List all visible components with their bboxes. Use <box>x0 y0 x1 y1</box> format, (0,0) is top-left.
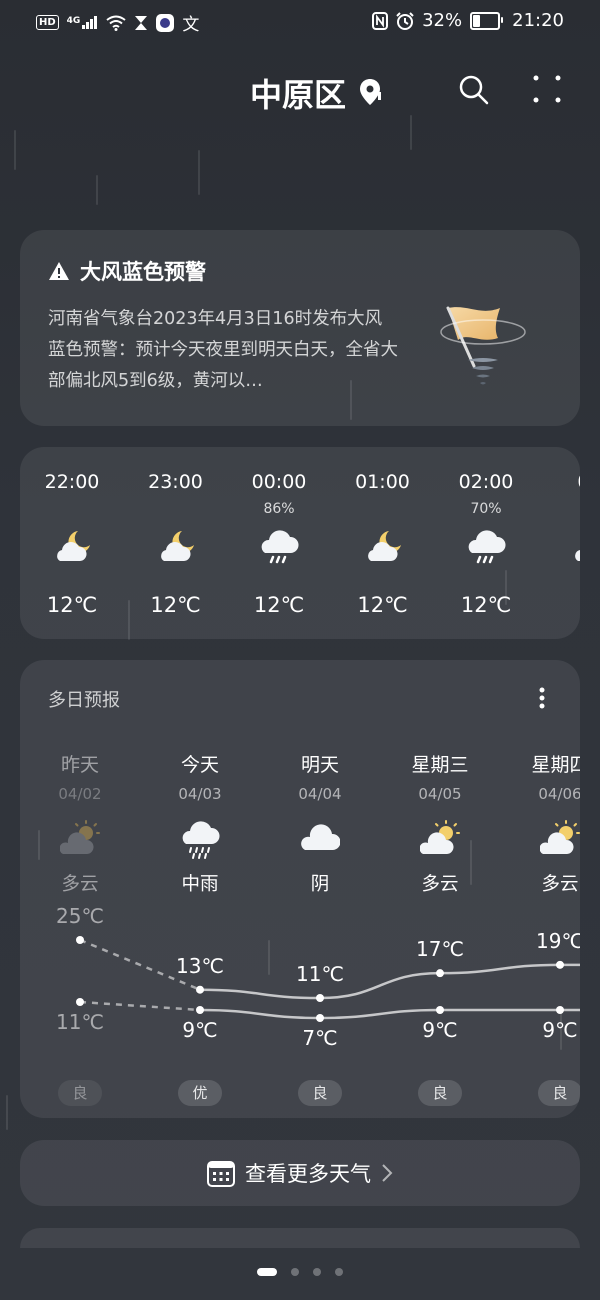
page-dot[interactable] <box>335 1268 343 1276</box>
low-temp-label: 9℃ <box>542 1018 578 1042</box>
alert-title: 大风蓝色预警 <box>80 260 206 284</box>
high-temp-line <box>199 963 580 1000</box>
alarm-icon <box>396 11 414 30</box>
high-temp-point <box>196 985 204 994</box>
moon-cloud-icon <box>363 527 403 571</box>
low-temp-line <box>199 1008 580 1020</box>
signal-icon: 4G <box>67 16 99 29</box>
high-temp-point <box>436 969 444 978</box>
alert-body: 河南省气象台2023年4月3日16时发布大风蓝色预警：预计今天夜里到明天白天，全… <box>48 309 398 391</box>
battery-icon <box>470 11 504 30</box>
hour-temp: 12℃ <box>46 593 98 617</box>
hour-time: 03 <box>540 471 580 493</box>
more-weather-button[interactable]: 查看更多天气 <box>20 1140 580 1206</box>
page-dot[interactable] <box>291 1268 299 1276</box>
clock: 21:20 <box>512 10 564 31</box>
low-temp-point <box>556 1006 564 1014</box>
daily-forecast-card[interactable]: 多日预报 昨天 04/02 多云良今天 04/03 中雨优明天 04/04 阴良星期三 04/… <box>20 660 580 1118</box>
low-temp-label: 7℃ <box>302 1026 338 1050</box>
hourglass-icon <box>135 15 148 30</box>
wind-flag-icon <box>440 306 526 385</box>
rain-cloud-icon <box>466 527 506 571</box>
high-temp-point <box>316 994 324 1002</box>
high-temp-label: 17℃ <box>416 937 464 962</box>
alert-title-row: 大风蓝色预警 <box>48 256 206 286</box>
low-temp-point <box>196 1006 204 1014</box>
more-weather-button-content: 查看更多天气 <box>20 1140 580 1206</box>
low-temp-label: 9℃ <box>422 1018 458 1042</box>
hour-temp: 1 <box>540 593 581 617</box>
header: 中原区 <box>0 62 600 122</box>
hour-temp: 12℃ <box>150 593 201 617</box>
hour-time: 23:00 <box>148 471 203 493</box>
hour-precip-prob: 70% <box>470 501 502 517</box>
chevron-right-icon <box>382 1164 393 1182</box>
battery-fill <box>473 14 481 27</box>
battery-percent: 32% <box>422 10 463 31</box>
search-icon[interactable] <box>458 74 490 106</box>
hd-voice-icon: HD <box>36 15 59 30</box>
location-pin-icon[interactable] <box>359 78 381 106</box>
hour-time: 22:00 <box>44 471 100 493</box>
page-dot-active[interactable] <box>257 1268 277 1276</box>
low-temp-label: 9℃ <box>182 1018 218 1042</box>
low-temp-point <box>76 998 84 1006</box>
high-temp-label: 25℃ <box>56 904 104 928</box>
hour-temp: 12℃ <box>357 593 408 617</box>
wifi-icon <box>106 15 126 31</box>
hour-time: 00:00 <box>251 471 307 493</box>
hour-time: 01:00 <box>355 471 410 493</box>
low-temp-point <box>436 1006 444 1014</box>
nfc-icon <box>372 11 389 30</box>
status-bar: HD 4G 文 32% 21:20 <box>0 0 600 42</box>
high-temp-point <box>76 936 84 944</box>
city-name[interactable]: 中原区 <box>250 70 346 116</box>
low-temp-past-line <box>79 1000 201 1012</box>
hourly-forecast-card[interactable]: 22:00 12℃ 23:00 12℃ 00:00 86% 12℃ 01:00 12℃ 02:00… <box>20 447 580 639</box>
weather-alert-card[interactable]: 大风蓝色预警 河南省气象台2023年4月3日16时发布大风蓝色预警：预计今天夜里… <box>20 230 580 426</box>
warning-icon <box>49 262 69 280</box>
high-temp-label: 11℃ <box>296 962 344 986</box>
rain-cloud-icon <box>259 527 299 571</box>
page-dot[interactable] <box>313 1268 321 1276</box>
high-temp-label: 13℃ <box>176 953 224 978</box>
low-temp-point <box>316 1014 324 1022</box>
high-temp-label: 19℃ <box>536 928 580 953</box>
hour-temp: 12℃ <box>253 593 305 617</box>
hour-temp: 12℃ <box>460 593 512 617</box>
network-type: 4G <box>66 16 81 26</box>
low-temp-label: 11℃ <box>56 1010 104 1034</box>
moon-cloud-icon <box>52 527 92 571</box>
more-weather-label: 查看更多天气 <box>245 1162 371 1186</box>
moon-cloud-icon <box>570 527 580 571</box>
next-card-peek <box>20 1228 580 1248</box>
moon-cloud-icon <box>156 527 196 571</box>
hour-precip-prob: 86% <box>263 501 295 517</box>
high-temp-point <box>556 960 564 969</box>
more-menu-icon[interactable] <box>532 74 562 104</box>
translate-icon: 文 <box>182 15 200 35</box>
app-notification-icon <box>156 13 175 32</box>
hour-time: 02:00 <box>458 471 514 493</box>
calendar-icon <box>207 1161 235 1187</box>
page-indicator <box>0 1268 600 1276</box>
